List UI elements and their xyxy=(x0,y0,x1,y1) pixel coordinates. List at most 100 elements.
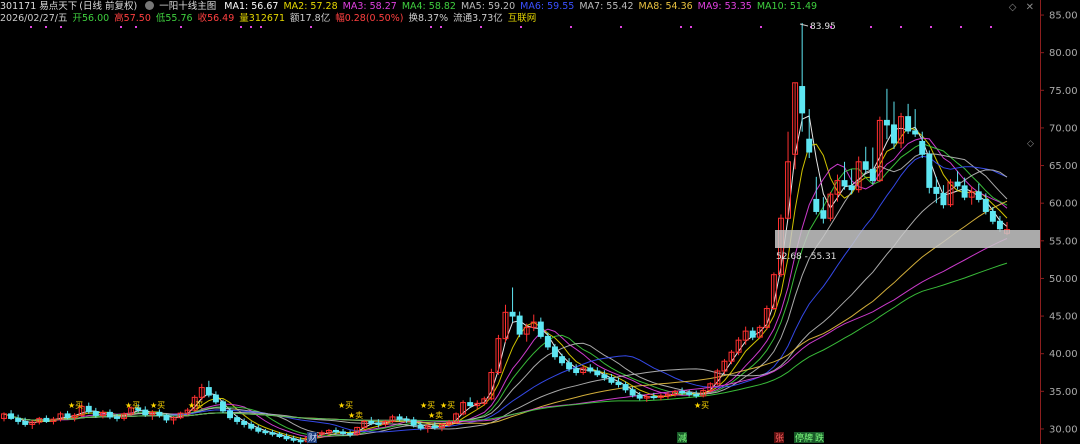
axis-tick-label: 70.00 xyxy=(1049,123,1078,134)
info-item: 换8.37% xyxy=(408,13,449,24)
candle-body xyxy=(989,210,996,222)
candle-body xyxy=(636,394,643,399)
signal-dot xyxy=(135,26,137,28)
signal-dot xyxy=(620,26,622,28)
axis-tick-label: 55.00 xyxy=(1049,236,1078,247)
event-badge-label: 跌 xyxy=(815,433,824,444)
candle-body xyxy=(297,439,304,443)
signal-dot xyxy=(990,26,992,28)
buy-marker: ★买 xyxy=(440,401,455,410)
buy-marker: ★买 xyxy=(188,401,203,410)
signal-dot xyxy=(45,26,47,28)
annotations: 83.95←27.52★买★买★买★买★买★买★买★买★卖★卖 xyxy=(68,22,836,444)
panel-toggle-icon[interactable]: ◇ xyxy=(1027,139,1034,149)
signal-dot xyxy=(870,26,872,28)
buy-marker: ★买 xyxy=(338,401,353,410)
candle-body xyxy=(813,198,820,212)
ma-line xyxy=(3,152,1008,436)
candle-body xyxy=(156,411,163,416)
candle-body xyxy=(551,346,558,358)
candle-body xyxy=(283,435,290,440)
candle-body xyxy=(396,416,403,420)
restore-icon[interactable]: ◇ xyxy=(1009,2,1017,13)
candle-body xyxy=(594,370,601,376)
candle-body xyxy=(234,417,241,422)
signal-dot xyxy=(690,26,692,28)
candle-body xyxy=(975,191,982,200)
axis-tick-label: 85.00 xyxy=(1049,11,1078,22)
candle-body xyxy=(417,424,424,429)
indicator-settings-icon[interactable] xyxy=(145,1,155,10)
candle-body xyxy=(410,419,417,426)
signal-dot xyxy=(180,26,182,28)
signal-dot xyxy=(680,26,682,28)
ma-legend-item: MA2: 57.28 xyxy=(283,1,338,12)
event-markers: 财 减 张停牌跌 xyxy=(307,432,824,444)
candle-body xyxy=(601,374,608,379)
candle-body xyxy=(241,420,248,425)
buy-marker: ★买 xyxy=(694,401,709,410)
candle-body xyxy=(269,432,276,435)
sell-marker: ★卖 xyxy=(428,411,443,420)
candle-body xyxy=(544,335,551,348)
ma-legend-item: MA4: 58.82 xyxy=(401,1,456,12)
signal-dots xyxy=(30,26,992,28)
candle-body xyxy=(954,181,961,187)
signal-dot xyxy=(520,26,522,28)
candle-body xyxy=(693,393,700,397)
candle-body xyxy=(566,362,573,370)
signal-dot xyxy=(430,26,432,28)
candle-body xyxy=(467,402,474,407)
close-icon[interactable]: ✕ xyxy=(1026,2,1034,13)
axis-tick-label: 30.00 xyxy=(1049,424,1078,435)
signal-dot xyxy=(570,26,572,28)
info-item: 互联网 xyxy=(507,13,537,24)
candle-body xyxy=(205,387,212,396)
candle-body xyxy=(940,192,947,206)
buy-marker: ★买 xyxy=(68,401,83,410)
candle-body xyxy=(650,396,657,399)
buy-marker: ★买 xyxy=(150,401,165,410)
candle-body xyxy=(163,414,170,421)
candle-body xyxy=(629,389,636,396)
event-badge-label: 张 xyxy=(775,433,784,444)
candle-body xyxy=(679,390,686,394)
candle-body xyxy=(982,198,989,212)
candle-body xyxy=(516,315,523,335)
candle-body xyxy=(15,417,22,422)
candle-body xyxy=(262,430,269,434)
candle-body xyxy=(912,130,919,135)
candle-body xyxy=(347,432,354,435)
candle-body xyxy=(106,411,113,418)
chart-mode[interactable]: (日线 前复权) xyxy=(79,1,137,12)
ma-line xyxy=(3,155,1008,433)
ma-legend-item: MA8: 54.36 xyxy=(638,1,693,12)
ma-legend-item: MA9: 53.35 xyxy=(697,1,752,12)
ma-legend-item: MA5: 59.20 xyxy=(460,1,516,12)
indicator-name[interactable]: 一阳十线主图 xyxy=(159,1,216,12)
window-controls: ◇ ✕ xyxy=(1003,2,1034,13)
candle-body xyxy=(43,417,50,422)
candle-body xyxy=(375,422,382,425)
signal-dot xyxy=(440,26,442,28)
candle-body xyxy=(431,425,438,428)
signal-dot xyxy=(30,26,32,28)
candle-body xyxy=(820,210,827,219)
kline-chart[interactable]: 52.68 - 55.31 83.95←27.52★买★买★买★买★买★买★买★… xyxy=(0,0,1080,444)
event-badge-label: 停牌 xyxy=(795,432,813,444)
candle-body xyxy=(537,321,544,337)
signal-dot xyxy=(260,26,262,28)
axis-tick-label: 40.00 xyxy=(1049,349,1078,360)
candle-body xyxy=(749,330,756,338)
signal-dot xyxy=(760,26,762,28)
candle-body xyxy=(333,429,339,433)
ma-legend-item: MA7: 55.42 xyxy=(579,1,634,12)
candle-body xyxy=(883,119,890,126)
axis-tick-label: 75.00 xyxy=(1049,86,1078,97)
candle-body xyxy=(869,168,876,182)
candle-body xyxy=(219,401,226,412)
signal-dot xyxy=(930,26,932,28)
signal-dot xyxy=(900,26,902,28)
candle-body xyxy=(403,418,410,421)
support-zone-label: 52.68 - 55.31 xyxy=(776,252,837,262)
